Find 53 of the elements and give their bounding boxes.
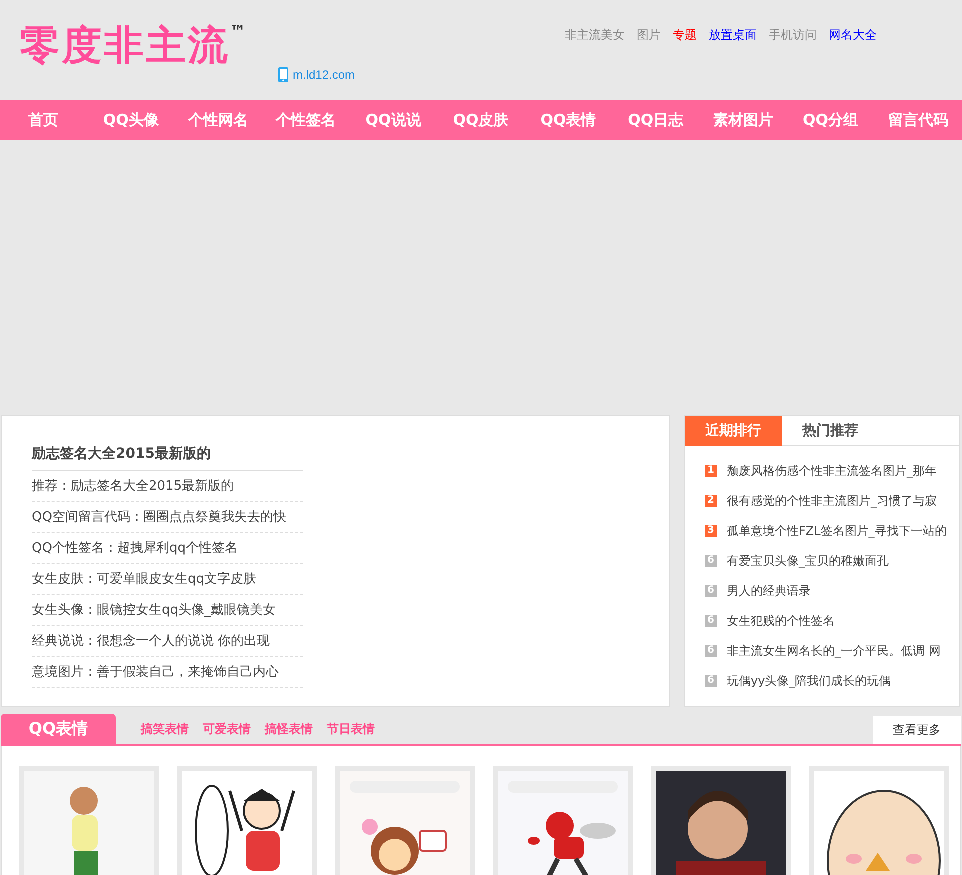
nav-link[interactable]: 留言代码 (874, 108, 962, 132)
article-link[interactable]: QQ空间留言代码：圈圈点点祭奠我失去的快 (32, 502, 303, 533)
top-link[interactable]: 手机访问 (769, 26, 817, 44)
rank-number: 6 (705, 615, 717, 627)
rank-number: 6 (705, 675, 717, 687)
top-link[interactable]: 非主流美女 (565, 26, 625, 44)
rank-number: 6 (705, 555, 717, 567)
category-link[interactable]: 可爱表情 (203, 720, 251, 738)
ranking-link[interactable]: 颓废风格伤感个性非主流签名图片_那年 (727, 462, 937, 480)
nav-link[interactable]: 个性网名 (174, 108, 262, 132)
nav-link[interactable]: QQ皮肤 (437, 108, 525, 132)
top-link[interactable]: 放置桌面 (709, 26, 757, 44)
rank-number: 6 (705, 585, 717, 597)
ranking-link[interactable]: 很有感觉的个性非主流图片_习惯了与寂 (727, 492, 937, 510)
phone-icon (278, 67, 289, 83)
article-link[interactable]: 女生头像：眼镜控女生qq头像_戴眼镜美女 (32, 595, 303, 626)
article-link[interactable]: 经典说说：很想念一个人的说说 你的出现 (32, 626, 303, 657)
ranking-tab[interactable]: 热门推荐 (782, 416, 879, 446)
nav-link[interactable]: QQ表情 (524, 108, 612, 132)
top-link[interactable]: 图片 (637, 26, 661, 44)
ranking-link[interactable]: 有爱宝贝头像_宝贝的稚嫩面孔 (727, 552, 889, 570)
ranking-link[interactable]: 非主流女生网名长的_一介平民。低调 网 (727, 642, 941, 660)
article-link[interactable]: QQ个性签名：超拽犀利qq个性签名 (32, 533, 303, 564)
rank-number: 3 (705, 525, 717, 537)
nav-link[interactable]: QQ分组 (787, 108, 875, 132)
category-link[interactable]: 节日表情 (327, 720, 375, 738)
rank-number: 1 (705, 465, 717, 477)
ranking-tab[interactable]: 近期排行 (685, 416, 782, 446)
ranking-link[interactable]: 孤单意境个性FZL签名图片_寻找下一站的 (727, 522, 947, 540)
mobile-site-link[interactable]: m.ld12.com (293, 66, 356, 84)
rank-number: 6 (705, 645, 717, 657)
top-link[interactable]: 网名大全 (829, 26, 877, 44)
site-logo[interactable]: 零度非主流 (20, 26, 230, 66)
ranking-link[interactable]: 女生犯贱的个性签名 (727, 612, 835, 630)
section-tab[interactable]: QQ表情 (1, 714, 116, 744)
nav-link[interactable]: 个性签名 (262, 108, 350, 132)
category-link[interactable]: 搞怪表情 (265, 720, 313, 738)
nav-link[interactable]: QQ说说 (350, 108, 438, 132)
nav-link[interactable]: 首页 (0, 108, 88, 132)
article-link[interactable]: 意境图片：善于假装自己，来掩饰自己内心 (32, 657, 303, 688)
article-link[interactable]: 推荐：励志签名大全2015最新版的 (32, 471, 303, 502)
ranking-link[interactable]: 玩偶yy头像_陪我们成长的玩偶 (727, 672, 892, 690)
rank-number: 2 (705, 495, 717, 507)
nav-link[interactable]: 素材图片 (700, 108, 788, 132)
trademark: ™ (230, 24, 246, 40)
article-link[interactable]: 女生皮肤：可爱单眼皮女生qq文字皮肤 (32, 564, 303, 595)
top-link[interactable]: 专题 (673, 26, 697, 44)
category-link[interactable]: 搞笑表情 (141, 720, 189, 738)
view-more-link[interactable]: 查看更多 (873, 716, 961, 744)
ranking-link[interactable]: 男人的经典语录 (727, 582, 811, 600)
nav-link[interactable]: QQ头像 (87, 108, 175, 132)
nav-link[interactable]: QQ日志 (612, 108, 700, 132)
featured-title: 励志签名大全2015最新版的 (32, 444, 303, 471)
